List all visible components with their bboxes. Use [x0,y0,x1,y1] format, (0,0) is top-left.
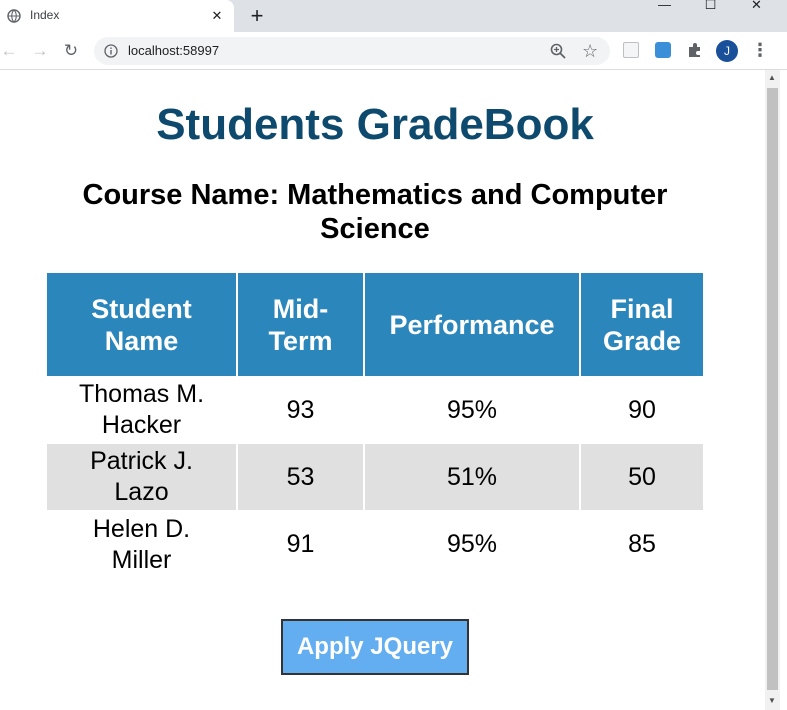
table-header-row: Student Name Mid-Term Performance Final … [47,273,703,376]
window-close-button[interactable]: ✕ [734,0,779,32]
globe-icon [7,9,21,23]
info-icon[interactable] [104,44,118,58]
window-minimize-button[interactable]: — [642,0,687,32]
header-mid-term: Mid-Term [237,273,365,376]
apply-jquery-button[interactable]: Apply JQuery [281,619,469,675]
tab-strip: Index ✕ + — ☐ ✕ [0,0,787,32]
arrow-right-icon[interactable]: → [29,40,51,62]
cell-mid-term: 93 [237,376,365,444]
tab-title: Index [30,8,60,22]
header-student-name: Student Name [47,273,238,376]
course-heading: Course Name: Mathematics and Computer Sc… [82,179,668,245]
cell-performance: 95% [364,510,581,579]
grades-table: Student Name Mid-Term Performance Final … [47,273,703,579]
extension-icon[interactable] [655,42,671,58]
header-final-grade: Final Grade [580,273,703,376]
page-title: Students GradeBook [156,100,594,149]
extension-icon[interactable] [623,42,639,58]
scroll-down-icon[interactable]: ▼ [768,696,776,705]
cell-student-name: Helen D. Miller [47,510,238,579]
cell-mid-term: 53 [237,444,365,510]
puzzle-icon[interactable] [685,40,705,60]
cell-final-grade: 90 [628,395,656,424]
table-row: Helen D. Miller 91 95% 85 [47,510,703,579]
tab-close-icon[interactable]: ✕ [207,6,227,26]
cell-performance: 95% [364,376,581,444]
avatar[interactable]: J [716,40,738,62]
cell-student-name: Thomas M. Hacker [47,376,238,444]
zoom-icon[interactable] [549,42,567,60]
arrow-left-icon[interactable]: ← [0,40,20,62]
star-icon[interactable]: ☆ [582,40,598,62]
cell-mid-term: 91 [237,510,365,579]
cell-student-name: Patrick J. Lazo [47,444,238,510]
browser-menu-icon[interactable]: ⋮ [750,38,770,62]
reload-icon[interactable]: ↻ [60,40,82,62]
table-row: Thomas M. Hacker 93 95% 90 [47,376,703,444]
cell-final-grade: 50 [580,444,703,510]
header-performance: Performance [364,273,581,376]
window-edge [780,70,787,710]
url-text[interactable]: localhost:58997 [128,43,219,58]
window-maximize-button[interactable]: ☐ [688,0,733,32]
scroll-up-icon[interactable]: ▲ [768,73,776,82]
vertical-scrollbar[interactable]: ▲ ▼ [765,70,780,710]
cell-final-grade: 85 [628,530,656,558]
page-viewport: Students GradeBook Course Name: Mathemat… [0,70,765,710]
new-tab-button[interactable]: + [245,4,269,28]
browser-tab[interactable]: Index ✕ [0,0,234,32]
cell-performance: 51% [364,444,581,510]
address-bar[interactable]: localhost:58997 ☆ [94,37,610,65]
scroll-thumb[interactable] [767,88,778,690]
table-row: Patrick J. Lazo 53 51% 50 [47,444,703,510]
